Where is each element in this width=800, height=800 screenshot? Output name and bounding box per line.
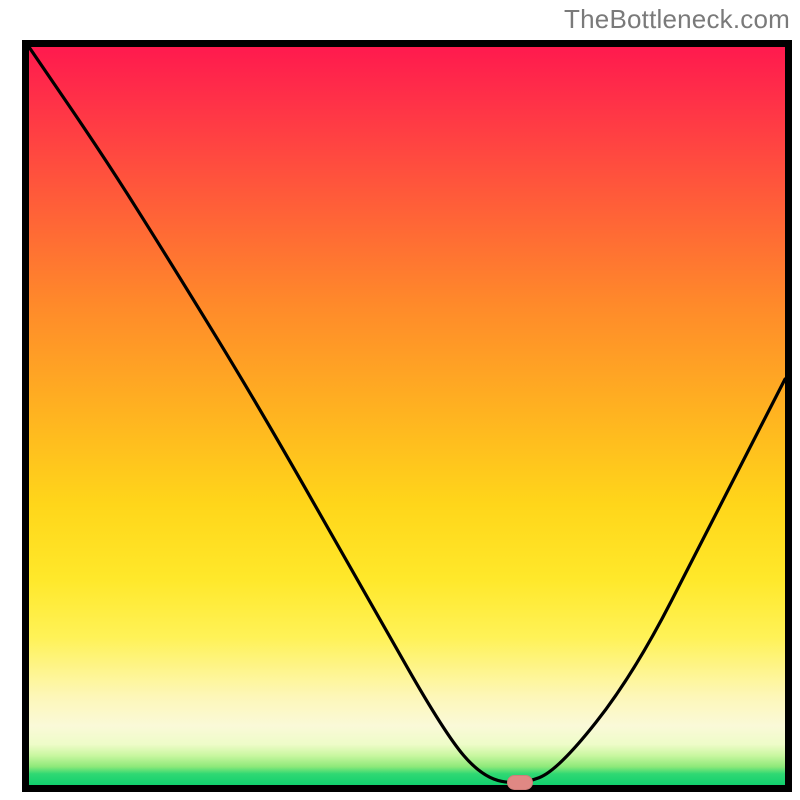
bottleneck-curve — [29, 47, 785, 785]
watermark-text: TheBottleneck.com — [564, 4, 790, 35]
minimum-marker — [507, 775, 533, 790]
chart-plot-area — [22, 40, 792, 792]
chart-container — [15, 33, 785, 785]
